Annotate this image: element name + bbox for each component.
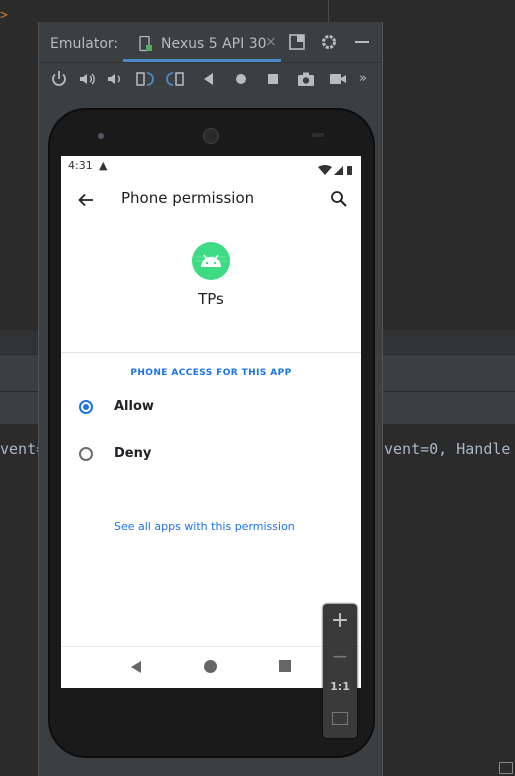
restore-window-icon[interactable] [287, 32, 307, 52]
status-bar: 4:31 ▲ [61, 156, 361, 178]
app-name: TPs [198, 290, 224, 308]
emulator-title-bar: Emulator: Nexus 5 API 30 × [39, 22, 382, 63]
section-header: PHONE ACCESS FOR THIS APP [130, 368, 292, 378]
zoom-out-button[interactable]: − [323, 644, 357, 668]
close-tab-icon[interactable]: × [265, 34, 277, 50]
front-sensor [98, 133, 104, 139]
nav-home-icon[interactable] [204, 660, 217, 673]
rotate-right-icon[interactable] [166, 69, 186, 89]
android-app-icon [192, 242, 230, 280]
ide-caret: > [0, 8, 8, 23]
gear-icon[interactable] [319, 32, 339, 52]
front-camera-icon [203, 128, 219, 144]
divider [61, 352, 361, 353]
minimize-icon[interactable] [352, 32, 372, 52]
volume-up-icon[interactable] [77, 69, 97, 89]
rotate-left-icon[interactable] [134, 69, 154, 89]
allow-radio-option[interactable]: Allow [61, 388, 361, 428]
see-all-apps-link[interactable]: See all apps with this permission [114, 520, 295, 533]
page-title: Phone permission [121, 189, 255, 207]
device-phone-icon [139, 36, 152, 52]
zoom-in-button[interactable]: + [323, 608, 357, 633]
app-bar: Phone permission [61, 178, 361, 222]
nav-back-icon[interactable] [129, 660, 143, 674]
back-button-icon[interactable] [199, 69, 219, 89]
ide-editor-top: > [0, 0, 515, 24]
emulator-device-tab[interactable]: Nexus 5 API 30 × [123, 28, 281, 62]
ide-corner-icon[interactable] [499, 762, 513, 774]
emulator-tab-label: Nexus 5 API 30 [161, 36, 267, 52]
back-arrow-icon[interactable] [76, 190, 96, 210]
device-top-bezel [48, 108, 375, 158]
device-screen: 4:31 ▲ Phone permission TPs PHONE ACCESS… [61, 156, 361, 688]
ide-log-text: vent=0, Handle [384, 440, 511, 458]
volume-down-icon[interactable] [104, 69, 124, 89]
active-tab-indicator [123, 59, 281, 62]
warning-icon: ▲ [99, 159, 108, 172]
status-time: 4:31 [68, 159, 93, 172]
emulator-panel: Emulator: Nexus 5 API 30 × » 4:31 ▲ Phon… [38, 22, 383, 776]
power-icon[interactable] [49, 69, 69, 89]
emulator-toolbar: » [39, 64, 382, 94]
home-button-icon[interactable] [231, 69, 251, 89]
zoom-actual-size-button[interactable]: 1:1 [323, 680, 357, 693]
record-video-icon[interactable] [328, 69, 348, 89]
zoom-fit-icon[interactable] [332, 712, 348, 725]
more-options-icon[interactable]: » [359, 69, 379, 89]
allow-label: Allow [114, 399, 154, 414]
radio-button-selected[interactable] [79, 400, 93, 414]
ide-divider [328, 0, 329, 24]
search-icon[interactable] [329, 189, 349, 209]
proximity-sensor [312, 133, 324, 137]
camera-icon[interactable] [296, 69, 316, 89]
deny-label: Deny [114, 446, 152, 461]
navigation-bar [61, 646, 361, 688]
zoom-controls: + − 1:1 [323, 604, 357, 738]
overview-button-icon[interactable] [263, 69, 283, 89]
deny-radio-option[interactable]: Deny [61, 435, 361, 475]
emulator-label: Emulator: [50, 36, 119, 52]
nav-recents-icon[interactable] [279, 660, 291, 672]
wifi-signal-battery-icon [318, 165, 352, 175]
radio-button[interactable] [79, 447, 93, 461]
